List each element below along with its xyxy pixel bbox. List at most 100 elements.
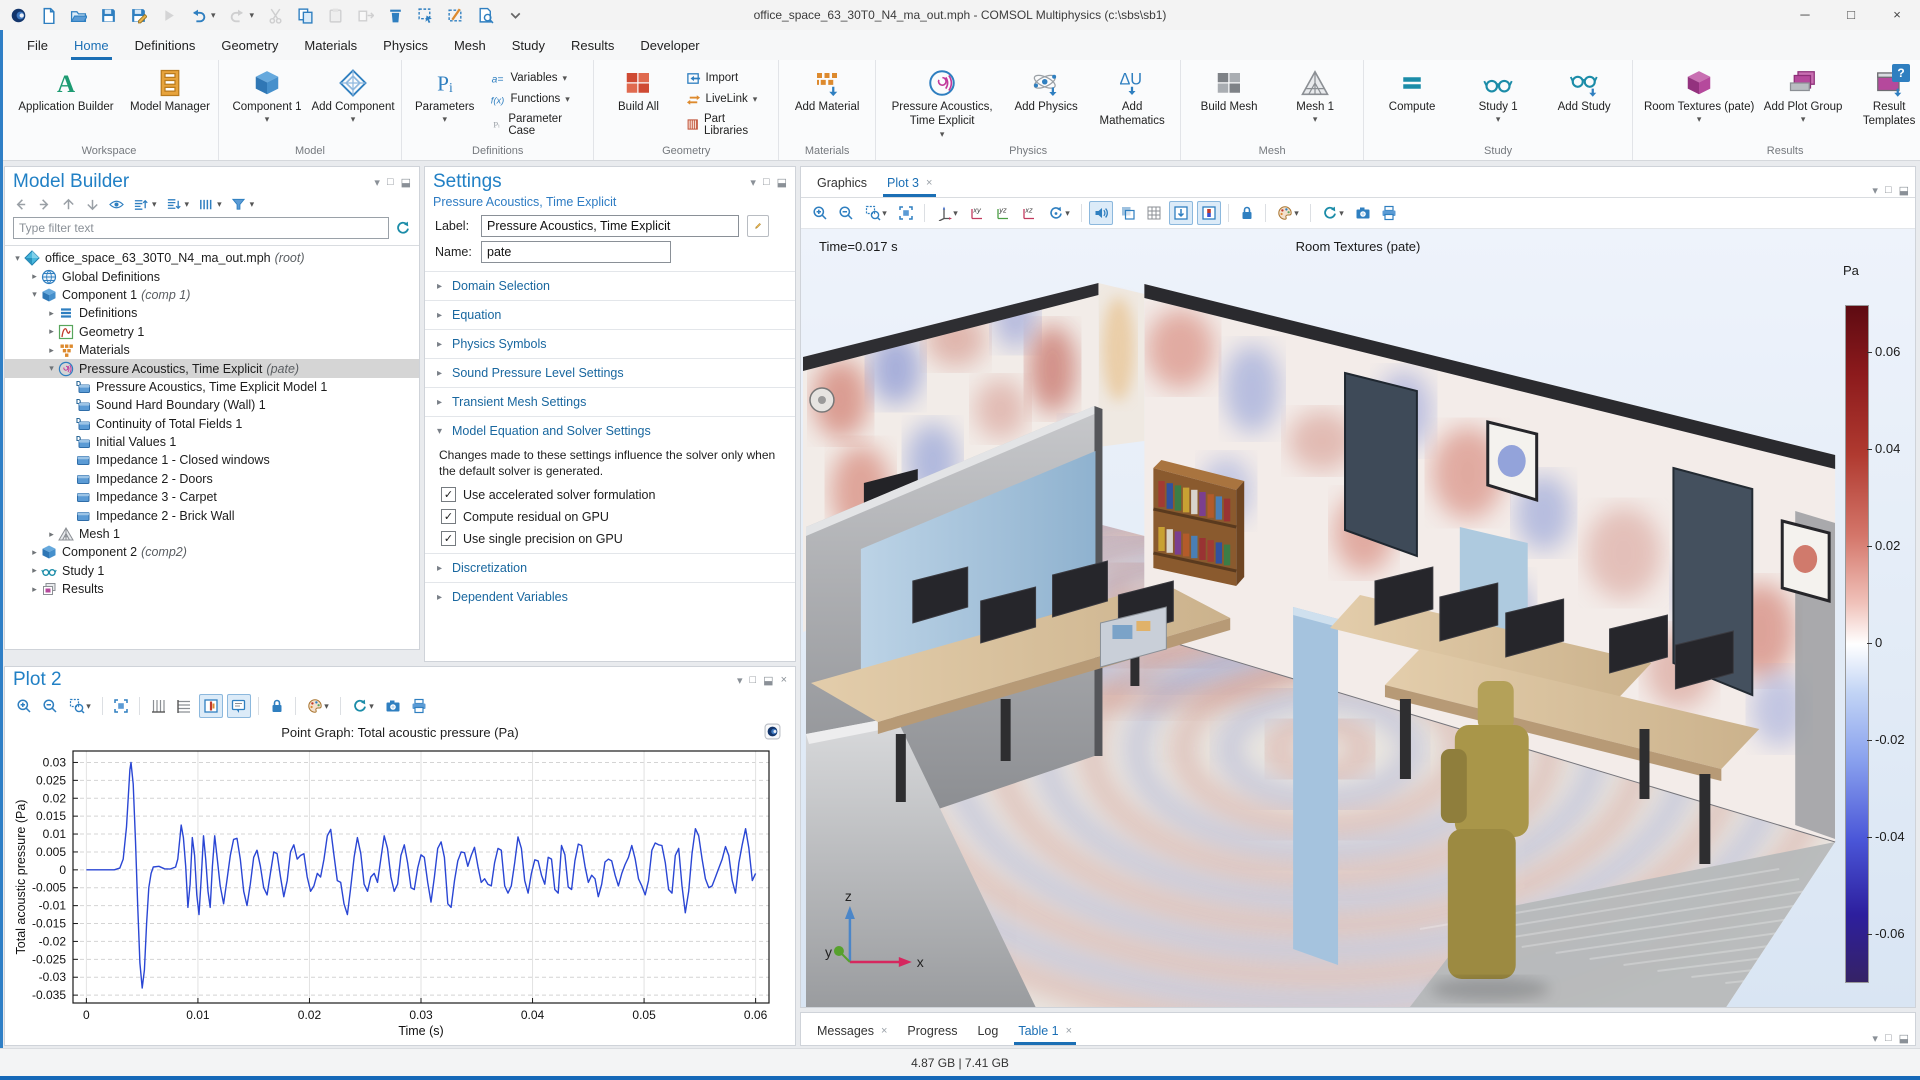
toolbar-palette-button[interactable]: ▾ (1273, 202, 1303, 224)
tree-item[interactable]: ▸ Geometry 1 (5, 323, 419, 341)
menu-tab-definitions[interactable]: Definitions (122, 33, 209, 60)
toolbar-zoom-out-button[interactable] (39, 695, 61, 717)
select-box-icon[interactable] (417, 7, 434, 24)
section-header-equation[interactable]: ▸ Equation (425, 301, 795, 329)
panel-pin-icon[interactable]: ⬓ (1899, 184, 1909, 197)
ribbon-button-add-component[interactable]: Add Component ▾ (311, 64, 395, 143)
ribbon-button-add-physics[interactable]: Add Physics (1004, 64, 1088, 143)
tree-item[interactable]: ▸ Study 1 (5, 562, 419, 580)
toolbar-annotation-button[interactable] (227, 694, 251, 718)
panel-menu-icon[interactable]: ▾ (374, 176, 380, 189)
menu-tab-geometry[interactable]: Geometry (208, 33, 291, 60)
ribbon-button-add-study[interactable]: Add Study (1542, 64, 1626, 143)
menu-tab-physics[interactable]: Physics (370, 33, 441, 60)
panel-menu-icon[interactable]: ▾ (750, 176, 756, 189)
ribbon-button-room-textures-pate-[interactable]: Room Textures (pate) ▾ (1639, 64, 1759, 143)
save-edit-icon[interactable] (130, 7, 147, 24)
toolbar-view-yz-button[interactable]: yz (992, 202, 1014, 224)
graphics-canvas[interactable]: zyx Time=0.017 s Room Textures (pate) Pa… (801, 229, 1915, 1007)
tree-item[interactable]: ▸ Global Definitions (5, 267, 419, 285)
tree-filter-input[interactable] (13, 217, 389, 239)
maximize-button[interactable]: □ (1828, 0, 1874, 30)
tree-item[interactable]: ▾ Component 1 (comp 1) (5, 286, 419, 304)
section-header-dependent-variables[interactable]: ▸ Dependent Variables (425, 583, 795, 611)
menu-tab-file[interactable]: File (14, 33, 61, 60)
toolbar-rotate-button[interactable]: ▾ (1044, 202, 1074, 224)
section-header-transient-mesh-settings[interactable]: ▸ Transient Mesh Settings (425, 388, 795, 416)
comsol-plot-chip-icon[interactable] (764, 723, 781, 740)
toolbar-grid-y-button[interactable] (173, 695, 195, 717)
tree-expander-icon[interactable]: ▸ (28, 565, 41, 576)
menu-tab-materials[interactable]: Materials (291, 33, 370, 60)
tab-close-icon[interactable]: × (1066, 1025, 1072, 1037)
tree-item[interactable]: ▸ Mesh 1 (5, 525, 419, 543)
section-header-model-equation-and-solver-settings[interactable]: ▾ Model Equation and Solver Settings (425, 417, 795, 445)
checkbox-box[interactable]: ✓ (441, 509, 456, 525)
checkbox-use-single-precision-on-gpu[interactable]: ✓ Use single precision on GPU (441, 531, 779, 547)
dock-tab-table-1[interactable]: Table 1 × (1008, 1018, 1082, 1045)
rename-button[interactable] (747, 215, 769, 237)
filter-icon[interactable] (231, 197, 246, 212)
tree-expander-icon[interactable]: ▸ (45, 326, 58, 337)
toolbar-zoom-box-button[interactable]: ▾ (65, 695, 95, 717)
tree-expander-icon[interactable]: ▸ (45, 529, 58, 540)
redo-icon[interactable] (229, 7, 246, 24)
open-icon[interactable] (70, 7, 87, 24)
ribbon-small-button-variables[interactable]: a= Variables ▾ (487, 70, 583, 87)
ribbon-small-button-functions[interactable]: f(x) Functions ▾ (487, 91, 583, 108)
toolbar-zoom-in-button[interactable] (13, 695, 35, 717)
checkbox-box[interactable]: ✓ (441, 531, 456, 547)
menu-tab-study[interactable]: Study (499, 33, 558, 60)
ribbon-button-build-all[interactable]: Build All (600, 64, 676, 143)
ribbon-button-add-mathematics[interactable]: ΔU Add Mathematics (1090, 64, 1174, 143)
panel-pin-icon[interactable]: ⬓ (401, 176, 411, 189)
tree-expander-icon[interactable]: ▸ (28, 271, 41, 282)
menu-tab-home[interactable]: Home (61, 33, 122, 60)
tree-item[interactable]: ▸ Results (5, 580, 419, 598)
tree-item[interactable]: Impedance 2 - Doors (5, 470, 419, 488)
toolbar-view-axes-button[interactable]: ▾ (932, 202, 962, 224)
tree-expander-icon[interactable]: ▾ (28, 289, 41, 300)
tree-item[interactable]: D Sound Hard Boundary (Wall) 1 (5, 396, 419, 414)
toolbar-zoom-box-button[interactable]: ▾ (861, 202, 891, 224)
menu-tab-developer[interactable]: Developer (627, 33, 712, 60)
toolbar-transparency-button[interactable] (1117, 202, 1139, 224)
toolbar-view-xz-button[interactable]: xz (1018, 202, 1040, 224)
new-file-icon[interactable] (40, 7, 57, 24)
tree-item[interactable]: Impedance 1 - Closed windows (5, 451, 419, 469)
toolbar-grid-x-button[interactable] (147, 695, 169, 717)
save-icon[interactable] (100, 7, 117, 24)
section-header-domain-selection[interactable]: ▸ Domain Selection (425, 272, 795, 300)
dropdown-arrow-icon[interactable]: ▾ (152, 199, 157, 210)
dropdown-arrow-icon[interactable]: ▾ (250, 199, 255, 210)
chevron-down-icon[interactable] (507, 7, 524, 24)
deselect-box-icon[interactable] (447, 7, 464, 24)
toolbar-scene-light-button[interactable] (1169, 201, 1193, 225)
ribbon-small-button-parameter-case[interactable]: Pi Parameter Case (487, 112, 583, 138)
panel-pin-icon[interactable]: ⬓ (1899, 1032, 1909, 1045)
section-header-discretization[interactable]: ▸ Discretization (425, 554, 795, 582)
toolbar-lock-button[interactable] (1236, 202, 1258, 224)
panel-float-icon[interactable]: □ (750, 674, 757, 687)
ribbon-button-model-manager[interactable]: Model Manager (128, 64, 212, 143)
toolbar-print-button[interactable] (1378, 202, 1400, 224)
panel-float-icon[interactable]: □ (1885, 184, 1892, 197)
checkbox-compute-residual-on-gpu[interactable]: ✓ Compute residual on GPU (441, 509, 779, 525)
tab-close-icon[interactable]: × (881, 1025, 887, 1037)
panel-menu-icon[interactable]: ▾ (1872, 1032, 1878, 1045)
minimize-button[interactable]: ─ (1782, 0, 1828, 30)
label-field[interactable] (481, 215, 739, 237)
ribbon-button-application-builder[interactable]: A Application Builder (6, 64, 126, 143)
panel-float-icon[interactable]: □ (1885, 1032, 1892, 1045)
panel-close-icon[interactable]: × (781, 674, 787, 687)
dropdown-arrow-icon[interactable]: ▾ (211, 10, 216, 21)
copy-icon[interactable] (297, 7, 314, 24)
toolbar-camera-button[interactable] (1352, 202, 1374, 224)
show-eye-icon[interactable] (109, 197, 124, 212)
ribbon-small-button-part-libraries[interactable]: Part Libraries (683, 112, 769, 138)
arrow-left-icon[interactable] (13, 197, 28, 212)
refresh-icon[interactable] (395, 220, 411, 236)
panel-float-icon[interactable]: □ (387, 176, 394, 189)
menu-tab-results[interactable]: Results (558, 33, 627, 60)
play-icon[interactable] (160, 7, 177, 24)
